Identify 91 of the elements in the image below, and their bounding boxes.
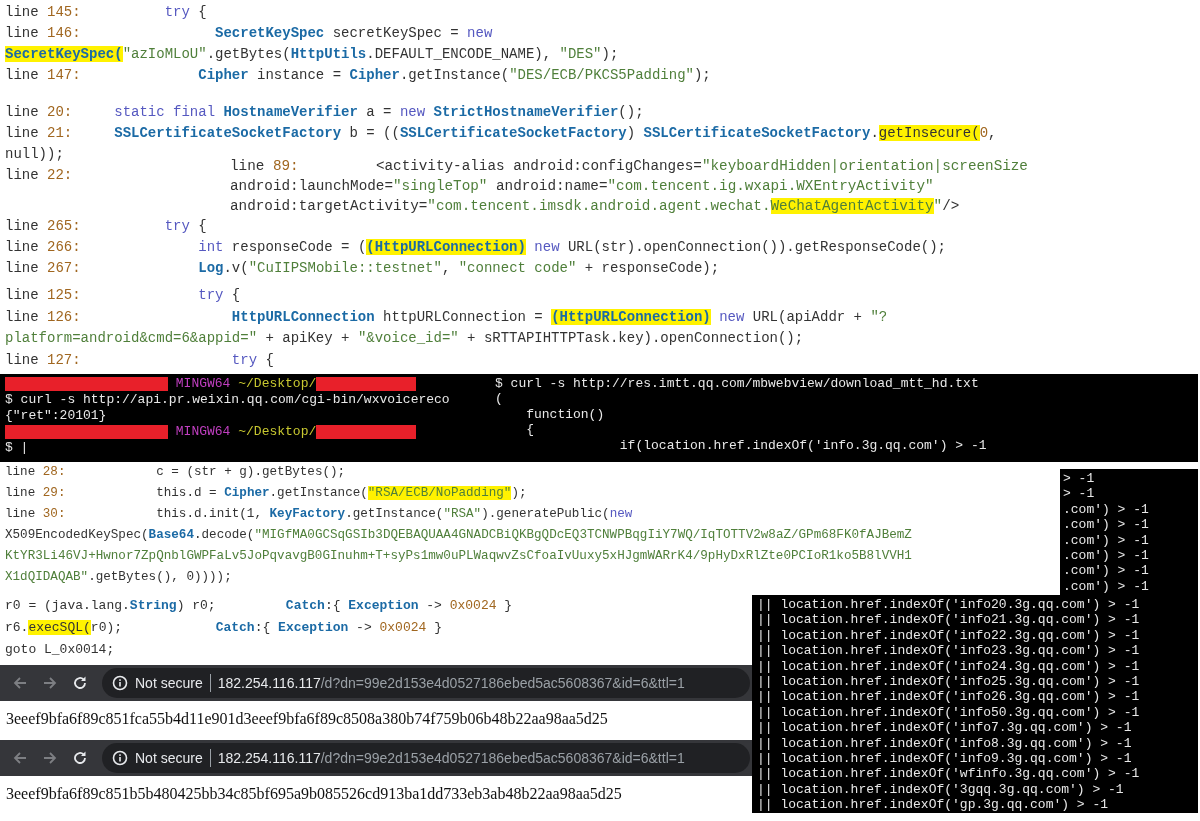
terminal-line: ( [495, 391, 503, 407]
terminal-line: > -1 [1063, 471, 1095, 487]
code-line: try { [163, 217, 207, 236]
code-line: c = (str + g).getBytes(); [155, 464, 346, 481]
page-text: 3eeef9bfa6f89c851fca55b4d11e901d3eeef9bfa6f89c8508a380b74f759b06b48b22aa98aa5d25 [6, 710, 608, 727]
forward-icon[interactable] [42, 675, 58, 691]
terminal-line: || location.href.indexOf('wfinfo.3g.qq.com') > -1 [757, 766, 1140, 782]
terminal-line: || location.href.indexOf('3gqq.3g.qq.com') > -1 [757, 781, 1124, 798]
terminal-line: .com') > -1 [1063, 548, 1149, 564]
info-icon [112, 675, 128, 691]
terminal-line: .com') > -1 [1063, 517, 1149, 533]
code-line: platform=android&cmd=6&appid=" + apiKey + "&voice_id=" + sRTTAPIHTTPTask.key).openConnection(); [5, 329, 804, 348]
line-number: line 127: [5, 350, 81, 370]
security-label: Not secure [135, 750, 203, 766]
code-line: try { [197, 286, 241, 305]
terminal-line: .com') > -1 [1063, 532, 1149, 549]
prompt-text: MINGW64 [174, 424, 231, 440]
code-line: android:launchMode="singleTop" android:name="com.tencent.ig.wxapi.WXEntryActivity" [230, 177, 934, 196]
code-line: SecretKeySpec("azIoMLoU".getBytes(HttpUtils.DEFAULT_ENCODE_NAME), "DES"); [5, 45, 619, 64]
line-number: line 89: [230, 157, 299, 176]
url-text: 182.254.116.117/d?dn=99e2d153e4d0527186ebed5ac5608367&id=6&ttl=1 [217, 750, 685, 766]
page-text: 3eeef9bfa6f89c851b5b480425bb34c85bf695a9b085526cd913ba1dd733eb3ab48b22aa98aa5d25 [6, 785, 622, 802]
terminal-line: || location.href.indexOf('info26.3g.qq.com') > -1 [757, 689, 1140, 705]
terminal-line: || location.href.indexOf('info23.3g.qq.com') > -1 [757, 643, 1140, 659]
line-number: line 126: [5, 307, 81, 327]
terminal-line: || location.href.indexOf('info20.3g.qq.com') > -1 [757, 597, 1140, 613]
back-icon[interactable] [12, 675, 28, 691]
url-text: 182.254.116.117/d?dn=99e2d153e4d0527186ebed5ac5608367&id=6&ttl=1 [217, 675, 685, 691]
line-number: line 30: [5, 506, 66, 523]
line-number: line 265: [5, 217, 81, 236]
terminal-line: || location.href.indexOf('info21.3g.qq.com') > -1 [757, 612, 1140, 628]
code-line: SSLCertificateSocketFactory b = ((SSLCertificateSocketFactory) SSLCertificateSocketFactory.getInsecure(0, [113, 124, 997, 143]
terminal-line: || location.href.indexOf('info9.3g.qq.com') > -1 [757, 751, 1132, 767]
terminal-line: || location.href.indexOf('info50.3g.qq.com') > -1 [757, 704, 1140, 721]
prompt-text: ~/Desktop/ [237, 424, 317, 440]
code-line: X1dQIDAQAB".getBytes(), 0)))); [5, 569, 232, 586]
line-number: line 22: [5, 166, 73, 185]
code-line: try { [230, 350, 274, 370]
terminal-line: || location.href.indexOf('info22.3g.qq.com') > -1 [757, 627, 1140, 644]
code-line: Cipher instance = Cipher.getInstance("DES/ECB/PKCS5Padding"); [197, 66, 711, 85]
line-number: line 266: [5, 238, 81, 257]
line-number: line 125: [5, 286, 81, 305]
code-line: goto L_0x0014; [5, 641, 115, 659]
code-line: this.d.init(1, KeyFactory.getInstance("RSA").generatePublic(new [155, 506, 633, 523]
line-number: line 146: [5, 24, 81, 43]
code-line: int responseCode = ((HttpURLConnection) new URL(str).openConnection()).getResponseCode(); [197, 238, 946, 257]
terminal-line: .com') > -1 [1063, 501, 1149, 518]
prompt-text: MINGW64 [174, 376, 231, 392]
terminal-line: if(location.href.indexOf('info.3g.qq.com') > -1 [618, 437, 987, 454]
line-number: line 147: [5, 66, 81, 85]
terminal-line: $ | [5, 440, 29, 456]
terminal-line: || location.href.indexOf('info24.3g.qq.com') > -1 [757, 658, 1140, 675]
info-icon [112, 750, 128, 766]
terminal-line: .com') > -1 [1063, 578, 1149, 595]
terminal-line: || location.href.indexOf('info8.3g.qq.com') > -1 [757, 735, 1132, 752]
terminal-line: || location.href.indexOf('info7.3g.qq.com') > -1 [757, 720, 1132, 736]
back-icon[interactable] [12, 750, 28, 766]
security-label: Not secure [135, 675, 203, 691]
address-bar[interactable]: Not secure 182.254.116.117/d?dn=99e2d153e4d0527186ebed5ac5608367&id=6&ttl=1 [102, 668, 750, 698]
line-number: line 21: [5, 124, 73, 143]
terminal-line: { [525, 422, 534, 438]
line-number: line 145: [5, 3, 81, 22]
terminal-line: function() [525, 406, 605, 423]
line-number: line 29: [5, 485, 66, 502]
forward-icon[interactable] [42, 750, 58, 766]
code-line: r6.execSQL(r0); Catch:{ Exception -> 0x0024 } [5, 619, 442, 637]
code-line: r0 = (java.lang.String) r0; Catch:{ Exception -> 0x0024 } [5, 597, 513, 615]
address-bar[interactable]: Not secure 182.254.116.117/d?dn=99e2d153e4d0527186ebed5ac5608367&id=6&ttl=1 [102, 743, 750, 773]
terminal-line: {"ret":20101} [5, 408, 107, 424]
code-line: null)); [5, 145, 64, 164]
terminal-line: || location.href.indexOf('info25.3g.qq.com') > -1 [757, 674, 1140, 690]
terminal-line: > -1 [1063, 486, 1095, 502]
code-line: X509EncodedKeySpec(Base64.decode("MIGfMA0GCSqGSIb3DQEBAQUAA4GNADCBiQKBgQDcEQ3TCNWPBqgIiY7WQ/IqTOTTV2w8aZ/GPm68FK0fAJBemZ [5, 527, 912, 544]
terminal-line: || location.href.indexOf('gp.3g.qq.com') > -1 [757, 797, 1109, 813]
code-line: try { [163, 3, 207, 22]
line-number: line 28: [5, 464, 66, 481]
code-line: static final HostnameVerifier a = new StrictHostnameVerifier(); [113, 103, 644, 122]
code-line: Log.v("CuIIPSMobile::testnet", "connect code" + responseCode); [197, 259, 720, 278]
code-line: KtYR3Li46VJ+Hwnor7ZpQnblGWPFaLv5JoPqvavgB0GInuhm+T+syPs1mw0uPLWaqwvZsCfoaIvUuxy5xHJgmWARrK4/9pHyDxRlZte0PCIoR1ko5B8lVVH1 [5, 548, 912, 565]
code-line: this.d = Cipher.getInstance("RSA/ECB/NoPadding"); [155, 485, 527, 502]
terminal-line: $ curl -s http://api.pr.weixin.qq.com/cgi-bin/wxvoicereco [5, 392, 450, 408]
code-line: HttpURLConnection httpURLConnection = (HttpURLConnection) new URL(apiAddr + "? [230, 307, 888, 327]
code-line: <activity-alias android:configChanges="keyboardHidden|orientation|screenSize [374, 157, 1028, 176]
prompt-text: ~/Desktop/ [237, 376, 317, 392]
terminal-line: .com') > -1 [1063, 563, 1149, 579]
line-number: line 267: [5, 259, 81, 278]
terminal-line: $ curl -s http://res.imtt.qq.com/mbwebview/download_mtt_hd.txt [495, 376, 979, 392]
code-line: SecretKeySpec secretKeySpec = new [214, 24, 493, 43]
reload-icon[interactable] [72, 675, 88, 691]
reload-icon[interactable] [72, 750, 88, 766]
line-number: line 20: [5, 103, 73, 122]
